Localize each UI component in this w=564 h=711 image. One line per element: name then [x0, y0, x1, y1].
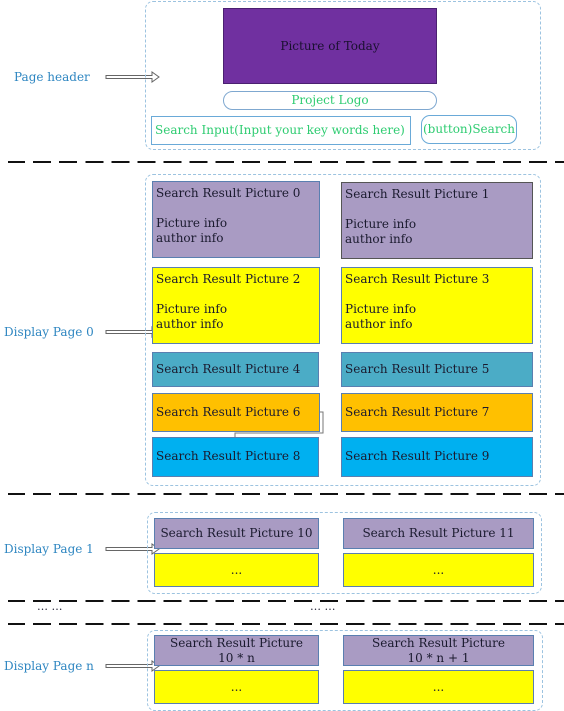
divider	[8, 161, 564, 163]
result-2[interactable]: Search Result Picture 2 Picture info autho…	[152, 267, 320, 344]
connector-line	[234, 411, 324, 438]
picture-info: Picture info	[156, 216, 228, 230]
result-title: Search Result Picture 0	[156, 186, 301, 200]
result-3[interactable]: Search Result Picture 3 Picture info autho…	[341, 267, 533, 344]
ellipsis: … …	[310, 600, 336, 613]
more-results: ...	[154, 553, 319, 587]
page-header-label: Page header	[14, 70, 90, 84]
result-8[interactable]: Search Result Picture 8	[152, 437, 319, 477]
author-info: author info	[345, 317, 413, 331]
ellipsis: … …	[37, 600, 63, 613]
result-title: Search Result Picture	[170, 636, 303, 650]
picture-info: Picture info	[345, 302, 417, 316]
result-index: 10 * n	[218, 651, 255, 665]
result-1[interactable]: Search Result Picture 1 Picture info autho…	[341, 182, 533, 259]
divider	[8, 623, 564, 625]
search-input[interactable]: Search Input(Input your key words here)	[151, 116, 411, 145]
picture-info: Picture info	[156, 302, 228, 316]
result-10n-plus-1[interactable]: Search Result Picture 10 * n + 1	[343, 635, 534, 666]
divider	[8, 493, 564, 495]
result-5[interactable]: Search Result Picture 5	[341, 352, 533, 387]
result-10n[interactable]: Search Result Picture 10 * n	[154, 635, 319, 666]
more-results: ...	[343, 670, 534, 704]
result-4[interactable]: Search Result Picture 4	[152, 352, 319, 387]
author-info: author info	[156, 231, 224, 245]
picture-of-today[interactable]: Picture of Today	[223, 8, 437, 84]
result-title: Search Result Picture 3	[345, 272, 490, 286]
project-logo: Project Logo	[223, 91, 437, 110]
result-9[interactable]: Search Result Picture 9	[341, 437, 533, 477]
display-page-1-label: Display Page 1	[4, 542, 94, 556]
divider	[8, 600, 564, 602]
result-index: 10 * n + 1	[407, 651, 470, 665]
search-button[interactable]: (button)Search	[421, 115, 517, 144]
result-title: Search Result Picture 1	[345, 187, 490, 201]
more-results: ...	[343, 553, 534, 587]
display-page-0-label: Display Page 0	[4, 325, 94, 339]
author-info: author info	[156, 317, 224, 331]
picture-info: Picture info	[345, 217, 417, 231]
result-11[interactable]: Search Result Picture 11	[343, 518, 534, 549]
display-page-n-label: Display Page n	[4, 659, 94, 673]
author-info: author info	[345, 232, 413, 246]
result-0[interactable]: Search Result Picture 0 Picture info autho…	[152, 181, 320, 258]
result-10[interactable]: Search Result Picture 10	[154, 518, 319, 549]
result-7[interactable]: Search Result Picture 7	[341, 393, 533, 432]
result-title: Search Result Picture	[372, 636, 505, 650]
more-results: ...	[154, 670, 319, 704]
result-title: Search Result Picture 2	[156, 272, 301, 286]
